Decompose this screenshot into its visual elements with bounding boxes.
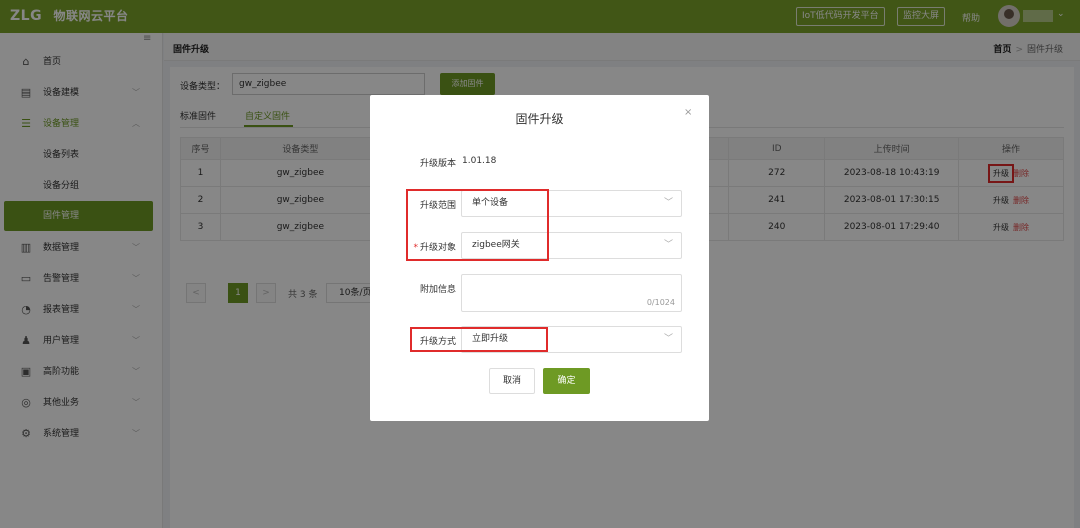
- highlight-box-scope-target: [406, 189, 549, 261]
- extra-info-label: 附加信息: [419, 285, 456, 295]
- highlight-box-method: [410, 327, 548, 352]
- version-label: 升级版本: [419, 159, 456, 169]
- firmware-upgrade-dialog: 固件升级 × 升级版本 1.01.18 升级范围 单个设备 ﹀ * 升级对象 zi…: [370, 95, 709, 421]
- chevron-down-icon: ﹀: [663, 240, 673, 250]
- chevron-down-icon: ﹀: [663, 334, 673, 344]
- chevron-down-icon: ﹀: [663, 198, 673, 208]
- extra-info-textarea[interactable]: 0/1024: [461, 274, 682, 312]
- char-counter: 0/1024: [646, 298, 675, 307]
- close-icon[interactable]: ×: [684, 107, 692, 118]
- cancel-button[interactable]: 取消: [489, 368, 535, 394]
- dialog-title: 固件升级: [515, 112, 564, 126]
- confirm-button[interactable]: 确定: [543, 368, 590, 394]
- version-value: 1.01.18: [462, 156, 497, 166]
